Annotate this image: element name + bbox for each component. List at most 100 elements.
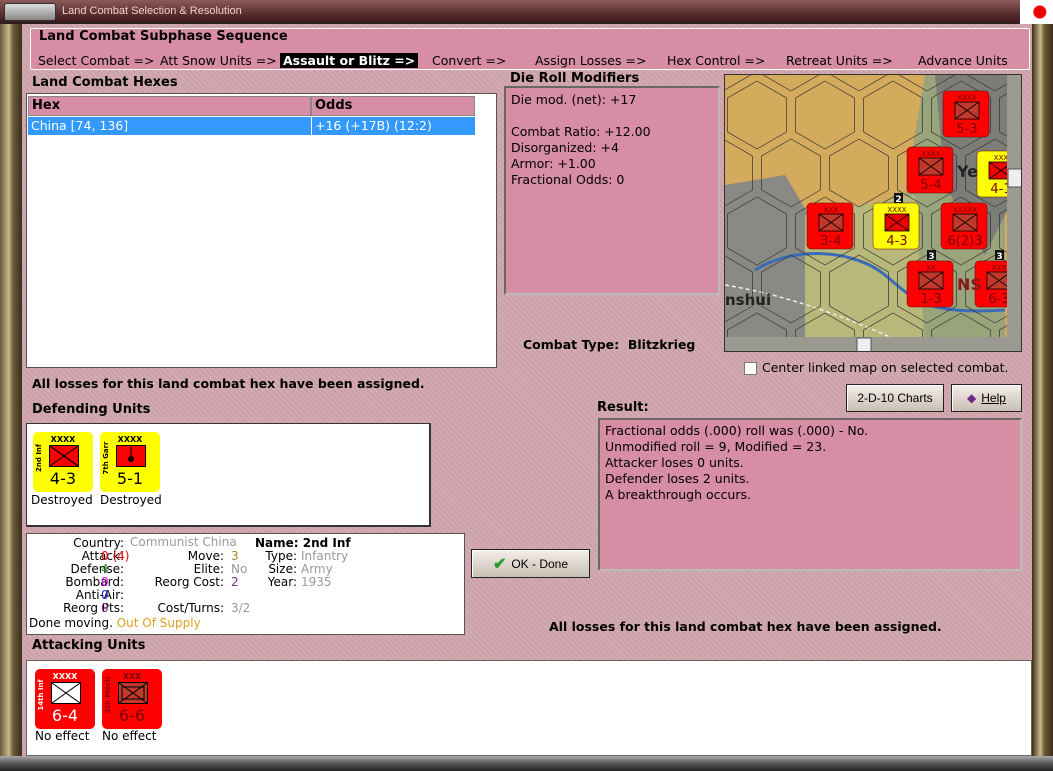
counter-strength: 3-4 xyxy=(820,234,841,249)
window-menu-button[interactable] xyxy=(4,3,56,21)
ok-done-button[interactable]: ✔ OK - Done xyxy=(471,549,590,578)
column-hex[interactable]: Hex xyxy=(28,96,311,116)
modifier-line: Fractional Odds: 0 xyxy=(511,172,625,187)
subphase-title: Land Combat Subphase Sequence xyxy=(39,29,288,44)
japan-flag-icon xyxy=(1020,0,1053,24)
linked-map[interactable]: XXXX 5-3 XXXX 5-4 XXX 4-1 XXX 3-4 XXXX 4-3 XXXXX 6(… xyxy=(724,74,1022,352)
die-roll-modifiers: Die mod. (net): +17 Combat Ratio: +12.00… xyxy=(504,86,720,295)
counter-size: XX xyxy=(926,264,936,272)
move-status: Done moving. xyxy=(29,616,113,630)
result-box: Fractional odds (.000) roll was (.000) -… xyxy=(598,418,1022,571)
step-att-snow: Att Snow Units => xyxy=(160,53,277,68)
help-button-label: Help xyxy=(981,391,1006,405)
ok-done-label: OK - Done xyxy=(511,556,569,571)
map-vscrollbar[interactable] xyxy=(1007,75,1022,337)
counter-size: XXX xyxy=(824,206,839,214)
unit-status: No effect xyxy=(102,729,157,743)
combat-type: Combat Type: Blitzkrieg xyxy=(523,337,695,352)
map-label-ns: NS xyxy=(957,275,982,294)
modifier-line: Die mod. (net): +17 xyxy=(511,92,637,107)
result-label: Result: xyxy=(597,400,649,415)
help-button[interactable]: ◆ Help xyxy=(951,384,1022,412)
reorgcost-value: 2 xyxy=(231,575,239,589)
checkmark-icon: ✔ xyxy=(492,555,507,573)
counter-strength: 6(2)3 xyxy=(948,234,983,249)
garrison-symbol-icon xyxy=(116,445,146,467)
unit-info-panel: Country: Communist China Attack: 0 (4) D… xyxy=(26,533,465,635)
mech-symbol-icon xyxy=(118,682,148,704)
center-map-label[interactable]: Center linked map on selected combat. xyxy=(762,360,1009,375)
unit-strength: 6-6 xyxy=(118,706,146,725)
table-row-odds[interactable]: +16 (+17B) (12:2) xyxy=(311,117,475,135)
unit-strength: 5-1 xyxy=(116,469,144,488)
defender-counter[interactable]: XXXX 2nd Inf 4-3 xyxy=(33,432,93,492)
map-unit-counter[interactable]: XXX 3-4 xyxy=(806,202,854,250)
column-odds[interactable]: Odds xyxy=(311,96,475,116)
unit-status: No effect xyxy=(35,729,90,743)
result-line: Unmodified roll = 9, Modified = 23. xyxy=(605,439,827,454)
result-line: Attacker loses 0 units. xyxy=(605,455,744,470)
attacker-counter[interactable]: XXXX 14th Inf 6-4 xyxy=(35,669,95,729)
losses-message-left: All losses for this land combat hex have… xyxy=(32,376,425,391)
country-value: Communist China xyxy=(130,535,237,549)
costturns-value: 3/2 xyxy=(231,601,251,615)
svg-text:3: 3 xyxy=(996,252,1002,262)
title-bar: Land Combat Selection & Resolution xyxy=(0,0,1053,24)
step-convert: Convert => xyxy=(432,53,507,68)
step-advance: Advance Units xyxy=(918,53,1008,68)
modifier-line xyxy=(511,108,713,124)
center-map-checkbox[interactable] xyxy=(744,362,757,375)
unit-status: Destroyed xyxy=(100,493,162,507)
reorgpts-key: Reorg Pts: xyxy=(63,601,124,615)
reorgcost-key: Reorg Cost: xyxy=(154,575,224,589)
step-assign-losses: Assign Losses => xyxy=(535,53,647,68)
step-assault-blitz: Assault or Blitz => xyxy=(280,53,419,68)
attacking-label: Attacking Units xyxy=(32,638,146,653)
help-book-icon: ◆ xyxy=(967,391,977,405)
map-hscrollbar[interactable] xyxy=(725,337,1022,352)
infantry-symbol-icon xyxy=(49,445,79,467)
counter-strength: 5-4 xyxy=(920,178,941,193)
reorgpts-value: 0 xyxy=(101,601,109,615)
map-unit-counter[interactable]: XXXX 5-3 xyxy=(942,90,990,138)
year-key: Year: xyxy=(267,575,297,589)
result-line: A breakthrough occurs. xyxy=(605,487,751,502)
hex-map[interactable]: XXXX5-3XXXX5-4XXX4-1XXX3-4XXXX4-3XXXXX6(… xyxy=(725,75,1022,352)
map-unit-counter[interactable]: XX 1-3 xyxy=(906,260,954,308)
supply-status: Out Of Supply xyxy=(116,616,201,630)
counter-size: XXXX xyxy=(921,150,940,158)
counter-size: XXXX xyxy=(887,206,906,214)
map-unit-counter[interactable]: XXXXX 6(2)3 xyxy=(940,202,988,250)
step-hex-control: Hex Control => xyxy=(667,53,766,68)
defender-counter[interactable]: XXXX 7th Garr 5-1 xyxy=(100,432,160,492)
map-hscroll-thumb[interactable] xyxy=(856,337,872,352)
costturns-key: Cost/Turns: xyxy=(157,601,224,615)
attacker-counter[interactable]: XXX 5th Mech 6-6 xyxy=(102,669,162,729)
map-unit-counter[interactable]: XXXX 5-4 xyxy=(906,146,954,194)
counter-strength: 6-3 xyxy=(988,292,1009,307)
table-row-hex[interactable]: China [74, 136] xyxy=(28,117,311,135)
map-vscroll-thumb[interactable] xyxy=(1007,168,1022,188)
svg-text:3: 3 xyxy=(928,252,934,262)
result-line: Defender loses 2 units. xyxy=(605,471,750,486)
counter-strength: 1-3 xyxy=(920,292,941,307)
defending-label: Defending Units xyxy=(32,402,151,417)
losses-message-right: All losses for this land combat hex have… xyxy=(549,619,942,634)
combat-type-label: Combat Type: xyxy=(523,337,620,352)
status-line: Done moving. Out Of Supply xyxy=(29,617,201,630)
charts-button-label: 2-D-10 Charts xyxy=(857,391,933,405)
combat-type-value: Blitzkrieg xyxy=(627,337,696,352)
charts-button[interactable]: 2-D-10 Charts xyxy=(846,384,944,412)
subphase-sequence: Land Combat Subphase Sequence Select Com… xyxy=(30,28,1030,70)
infantry-symbol-icon xyxy=(51,682,81,704)
window-title: Land Combat Selection & Resolution xyxy=(62,5,242,17)
svg-text:2: 2 xyxy=(895,195,901,205)
counter-strength: 4-3 xyxy=(886,234,907,249)
bottom-scrollbar[interactable] xyxy=(0,756,1053,771)
step-select-combat: Select Combat => xyxy=(38,53,155,68)
step-retreat: Retreat Units => xyxy=(786,53,893,68)
unit-status: Destroyed xyxy=(31,493,93,507)
year-value: 1935 xyxy=(301,575,332,589)
map-unit-counter[interactable]: XXXX 4-3 xyxy=(872,202,920,250)
attacking-units-box: XXXX 14th Inf 6-4 No effect XXX 5th Mech… xyxy=(26,660,1032,756)
